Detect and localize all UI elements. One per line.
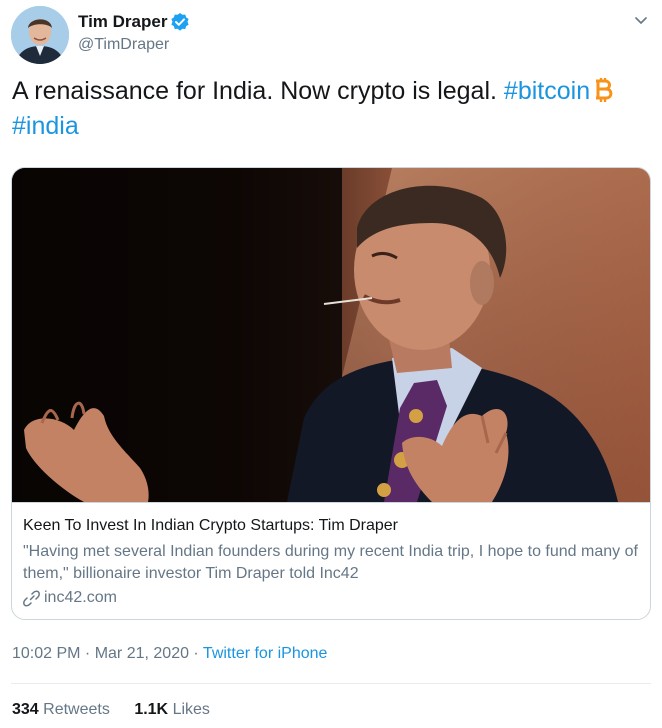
bitcoin-emoji-icon xyxy=(593,77,615,103)
tweet-stats: 334 Retweets 1.1K Likes xyxy=(12,701,210,719)
card-link-row: inc42.com xyxy=(23,587,117,609)
avatar[interactable] xyxy=(11,6,69,64)
tweet-date[interactable]: Mar 21, 2020 xyxy=(95,645,189,662)
meta-separator: · xyxy=(188,645,203,662)
likes-stat[interactable]: 1.1K Likes xyxy=(134,701,210,719)
retweets-label: Retweets xyxy=(43,701,110,718)
card-divider xyxy=(12,502,650,503)
card-title: Keen To Invest In Indian Crypto Startups… xyxy=(23,517,398,534)
tweet-time[interactable]: 10:02 PM xyxy=(12,645,80,662)
tweet-text: A renaissance for India. Now crypto is l… xyxy=(12,74,652,144)
link-card[interactable]: Keen To Invest In Indian Crypto Startups… xyxy=(11,167,651,620)
card-domain: inc42.com xyxy=(44,589,117,606)
tweet-body: A renaissance for India. Now crypto is l… xyxy=(12,77,497,105)
card-image xyxy=(12,168,650,502)
stats-divider xyxy=(11,683,651,684)
chevron-down-icon[interactable] xyxy=(633,12,649,28)
retweets-count: 334 xyxy=(12,701,39,718)
likes-count: 1.1K xyxy=(134,701,169,718)
verified-badge-icon xyxy=(170,12,190,32)
author-handle[interactable]: @TimDraper xyxy=(78,36,169,54)
author-name[interactable]: Tim Draper xyxy=(78,12,167,32)
hashtag-bitcoin[interactable]: #bitcoin xyxy=(504,77,590,105)
tweet-meta: 10:02 PM · Mar 21, 2020 · Twitter for iP… xyxy=(12,645,327,663)
likes-label: Likes xyxy=(172,701,210,718)
meta-separator: · xyxy=(80,645,95,662)
retweets-stat[interactable]: 334 Retweets xyxy=(12,701,110,719)
tweet: Tim Draper @TimDraper A renaissance for … xyxy=(0,0,662,728)
card-description: "Having met several Indian founders duri… xyxy=(23,543,638,582)
hashtag-india[interactable]: #india xyxy=(12,112,79,140)
link-icon xyxy=(23,590,40,607)
tweet-source[interactable]: Twitter for iPhone xyxy=(203,645,328,662)
